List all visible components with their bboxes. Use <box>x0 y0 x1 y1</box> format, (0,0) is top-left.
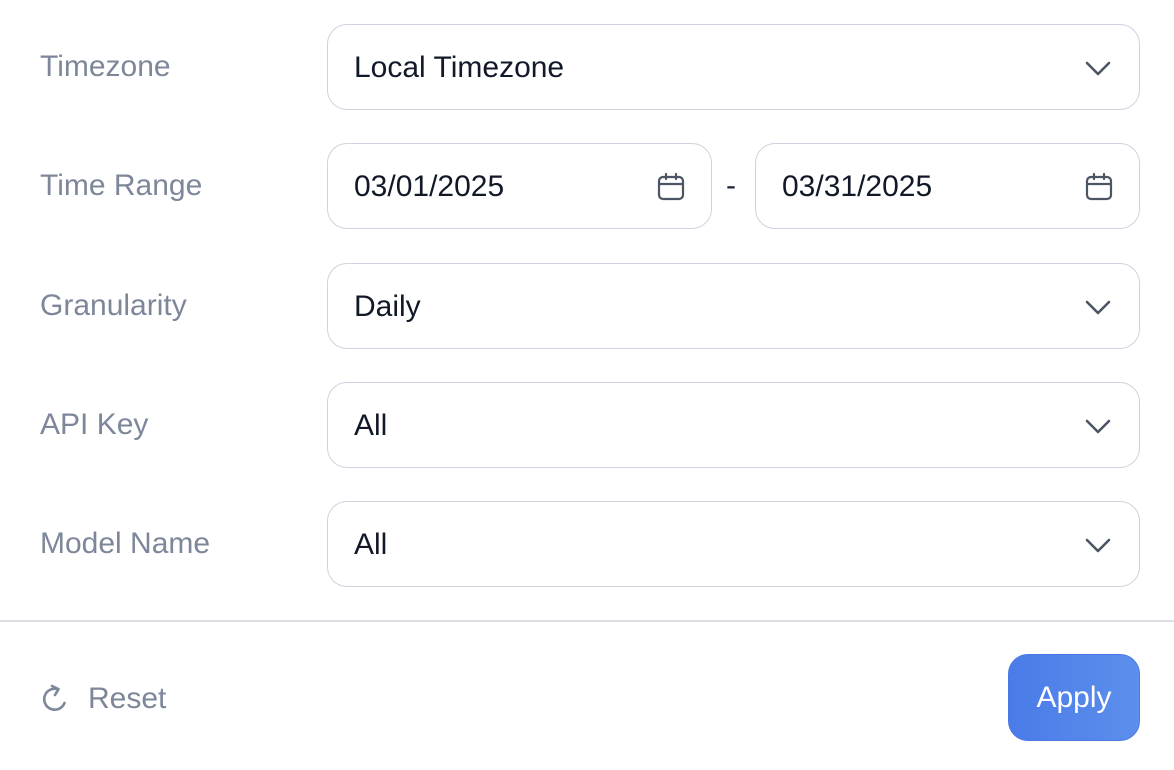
chevron-down-icon <box>1085 300 1111 315</box>
chevron-down-icon <box>1085 61 1111 76</box>
date-range-separator: - <box>726 169 736 202</box>
time-range-label: Time Range <box>40 169 203 202</box>
apply-button[interactable]: Apply <box>1008 654 1140 741</box>
model-name-value: All <box>354 528 388 561</box>
end-date-input[interactable]: 03/31/2025 <box>755 143 1140 229</box>
granularity-value: Daily <box>354 290 421 323</box>
reset-button[interactable]: Reset <box>38 670 166 728</box>
timezone-row: Timezone Local Timezone <box>0 24 1174 110</box>
filter-panel: Timezone Local Timezone Time Range 03/01… <box>0 0 1174 770</box>
timezone-select[interactable]: Local Timezone <box>327 24 1140 110</box>
model-name-row: Model Name All <box>0 501 1174 587</box>
granularity-row: Granularity Daily <box>0 263 1174 349</box>
timezone-label: Timezone <box>40 50 171 83</box>
end-date-value: 03/31/2025 <box>782 170 933 203</box>
footer-divider <box>0 620 1174 622</box>
reset-label: Reset <box>88 682 167 715</box>
refresh-icon <box>42 684 66 711</box>
timezone-value: Local Timezone <box>354 51 565 84</box>
model-name-label: Model Name <box>40 527 211 560</box>
start-date-input[interactable]: 03/01/2025 <box>327 143 712 229</box>
start-date-value: 03/01/2025 <box>354 170 505 203</box>
api-key-label: API Key <box>40 408 149 441</box>
api-key-row: API Key All <box>0 382 1174 468</box>
chevron-down-icon <box>1085 419 1111 434</box>
granularity-label: Granularity <box>40 289 187 322</box>
model-name-select[interactable]: All <box>327 501 1140 587</box>
chevron-down-icon <box>1085 538 1111 553</box>
granularity-select[interactable]: Daily <box>327 263 1140 349</box>
api-key-value: All <box>354 409 388 442</box>
api-key-select[interactable]: All <box>327 382 1140 468</box>
calendar-icon[interactable] <box>655 171 687 203</box>
time-range-row: Time Range 03/01/2025 - 03/31/2025 <box>0 143 1174 229</box>
calendar-icon[interactable] <box>1083 171 1115 203</box>
